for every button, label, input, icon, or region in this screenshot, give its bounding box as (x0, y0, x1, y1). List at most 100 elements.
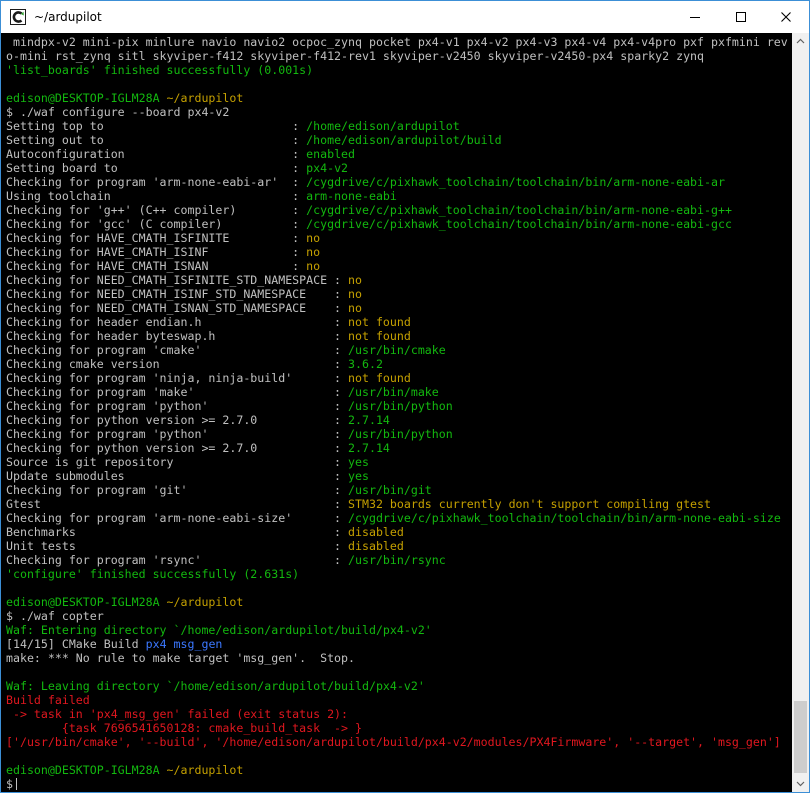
terminal-line: Checking for python version >= 2.7.0 : 2… (6, 441, 390, 455)
terminal-text-segment: 3.6.2 (348, 357, 383, 371)
terminal-text-segment: yes (348, 469, 369, 483)
terminal-text-segment: $ ./waf configure --board px4-v2 (6, 105, 230, 119)
terminal-text-segment: make: *** No rule to make target 'msg_ge… (6, 651, 356, 665)
terminal-text-segment: arm-none-eabi (306, 189, 397, 203)
terminal-line: Checking for HAVE_CMATH_ISINF : no (6, 245, 320, 259)
terminal-text-segment: Checking for 'g++' (C++ compiler) : (6, 203, 307, 217)
terminal-text-segment: Checking for program 'rsync' : (6, 553, 349, 567)
terminal-text-segment: 'list_boards' finished successfully (0.0… (6, 63, 314, 77)
terminal-line: Unit tests : disabled (6, 539, 404, 553)
maximize-button[interactable] (718, 1, 764, 33)
window-title: ~/ardupilot (34, 10, 102, 24)
terminal-text-segment: $ ./waf copter (6, 609, 104, 623)
terminal-text-segment: Checking for program 'ninja, ninja-build… (6, 371, 349, 385)
terminal-line: edison@DESKTOP-IGLM28A ~/ardupilot (6, 91, 243, 105)
terminal-text-segment: not found (348, 315, 411, 329)
terminal-line: ['/usr/bin/cmake', '--build', '/home/edi… (6, 735, 781, 749)
terminal-text-segment: /usr/bin/python (348, 427, 453, 441)
terminal-text-segment: Checking for header endian.h : (6, 315, 349, 329)
terminal-text-segment: ~/ardupilot (166, 91, 244, 105)
terminal-line: [14/15] CMake Build px4 msg_gen (6, 637, 222, 651)
terminal-text-segment: no (348, 287, 362, 301)
terminal-line: Checking for program 'cmake' : /usr/bin/… (6, 343, 446, 357)
terminal-text-segment: no (306, 259, 321, 273)
scroll-down-arrow-icon (796, 781, 805, 787)
cygwin-terminal-icon[interactable] (10, 9, 26, 25)
terminal-line: Checking for 'g++' (C++ compiler) : /cyg… (6, 203, 732, 217)
terminal-text-segment: /cygdrive/c/pixhawk_toolchain/toolchain/… (306, 175, 725, 189)
terminal-line: -> task in 'px4_msg_gen' failed (exit st… (6, 707, 348, 721)
terminal-text-segment: Setting board to : (6, 161, 307, 175)
terminal-text-segment: Unit tests : (6, 539, 349, 553)
terminal-text-segment: /usr/bin/make (348, 385, 439, 399)
terminal-text-segment: Checking for NEED_CMATH_ISNAN_STD_NAMESP… (6, 301, 349, 315)
terminal-text-segment: Checking for header byteswap.h : (6, 329, 349, 343)
terminal-text-segment: Checking cmake version : (6, 357, 349, 371)
terminal-text-segment: 2.7.14 (348, 441, 390, 455)
terminal-text-segment: edison@DESKTOP-IGLM28A (6, 595, 160, 609)
terminal-text-segment: Checking for NEED_CMATH_ISINF_STD_NAMESP… (6, 287, 349, 301)
terminal-text-segment: ~/ardupilot (166, 595, 244, 609)
terminal-text-segment: o-mini rst_zynq sitl skyviper-f412 skyvi… (6, 49, 705, 63)
terminal-text-segment: edison@DESKTOP-IGLM28A (6, 91, 160, 105)
title-bar[interactable]: ~/ardupilot (1, 1, 809, 33)
terminal-line: Autoconfiguration : enabled (6, 147, 355, 161)
vertical-scrollbar[interactable] (792, 33, 809, 792)
terminal-text-segment: 'configure' finished successfully (2.631… (6, 567, 300, 581)
terminal-line: Checking for NEED_CMATH_ISINF_STD_NAMESP… (6, 287, 362, 301)
terminal-output[interactable]: mindpx-v2 mini-pix minlure navio navio2 … (1, 33, 792, 792)
minimize-button[interactable] (672, 1, 718, 33)
terminal-line: Checking for NEED_CMATH_ISNAN_STD_NAMESP… (6, 301, 362, 315)
terminal-text-segment: disabled (348, 539, 404, 553)
terminal-text-segment: not found (348, 371, 411, 385)
scrollbar-thumb[interactable] (794, 701, 807, 773)
scroll-down-button[interactable] (792, 775, 809, 792)
terminal-line: Source is git repository : yes (6, 455, 369, 469)
terminal-text-segment: px4 (145, 637, 167, 651)
terminal-text-segment: {task 7696541650128: cmake_build_task ->… (6, 721, 362, 735)
close-button[interactable] (763, 1, 809, 33)
terminal-line: make: *** No rule to make target 'msg_ge… (6, 651, 355, 665)
terminal-text-segment: /cygdrive/c/pixhawk_toolchain/toolchain/… (306, 203, 732, 217)
terminal-text-segment: Waf: Leaving directory `/home/edison/ard… (6, 679, 425, 693)
terminal-text-segment: enabled (306, 147, 356, 161)
terminal-line: Benchmarks : disabled (6, 525, 404, 539)
terminal-text-segment: Checking for program 'git' : (6, 483, 349, 497)
scroll-up-arrow-icon (796, 38, 805, 44)
terminal-text-segment: Checking for HAVE_CMATH_ISINF : (6, 245, 307, 259)
close-icon (781, 12, 791, 22)
terminal-text-segment: Checking for program 'arm-none-eabi-ar' … (6, 175, 307, 189)
scroll-up-button[interactable] (792, 33, 809, 50)
terminal-line: Checking cmake version : 3.6.2 (6, 357, 383, 371)
terminal-text-segment: /usr/bin/cmake (348, 343, 446, 357)
terminal-text-segment: -> task in 'px4_msg_gen' failed (exit st… (6, 707, 349, 721)
terminal-text-segment: Source is git repository : (6, 455, 349, 469)
terminal-line: Update submodules : yes (6, 469, 369, 483)
terminal-text-segment: Setting top to : (6, 119, 307, 133)
maximize-icon (736, 12, 746, 22)
minimize-icon (690, 17, 700, 18)
terminal-text-segment: /home/edison/ardupilot (306, 119, 460, 133)
terminal-text-segment: $ (6, 777, 13, 791)
terminal-text-segment: Checking for python version >= 2.7.0 : (6, 441, 349, 455)
terminal-line: Checking for HAVE_CMATH_ISFINITE : no (6, 231, 320, 245)
terminal-text-segment: mindpx-v2 mini-pix minlure navio navio2 … (6, 35, 788, 49)
terminal-text-segment: Checking for program 'make' : (6, 385, 349, 399)
terminal-text-segment: /usr/bin/git (348, 483, 432, 497)
terminal-text-segment: not found (348, 329, 411, 343)
terminal-line: Checking for program 'rsync' : /usr/bin/… (6, 553, 446, 567)
terminal-line: Setting top to : /home/edison/ardupilot (6, 119, 460, 133)
terminal-text-segment: STM32 boards currently don't support com… (348, 497, 711, 511)
terminal-text-segment: /cygdrive/c/pixhawk_toolchain/toolchain/… (348, 511, 781, 525)
terminal-text-segment: /home/edison/ardupilot/build (306, 133, 502, 147)
terminal-line: Checking for python version >= 2.7.0 : 2… (6, 413, 390, 427)
terminal-line: Checking for program 'make' : /usr/bin/m… (6, 385, 439, 399)
terminal-text-segment: no (348, 273, 362, 287)
terminal-line: 'configure' finished successfully (2.631… (6, 567, 299, 581)
terminal-line: Checking for program 'python' : /usr/bin… (6, 399, 453, 413)
terminal-line: Waf: Entering directory `/home/edison/ar… (6, 623, 432, 637)
